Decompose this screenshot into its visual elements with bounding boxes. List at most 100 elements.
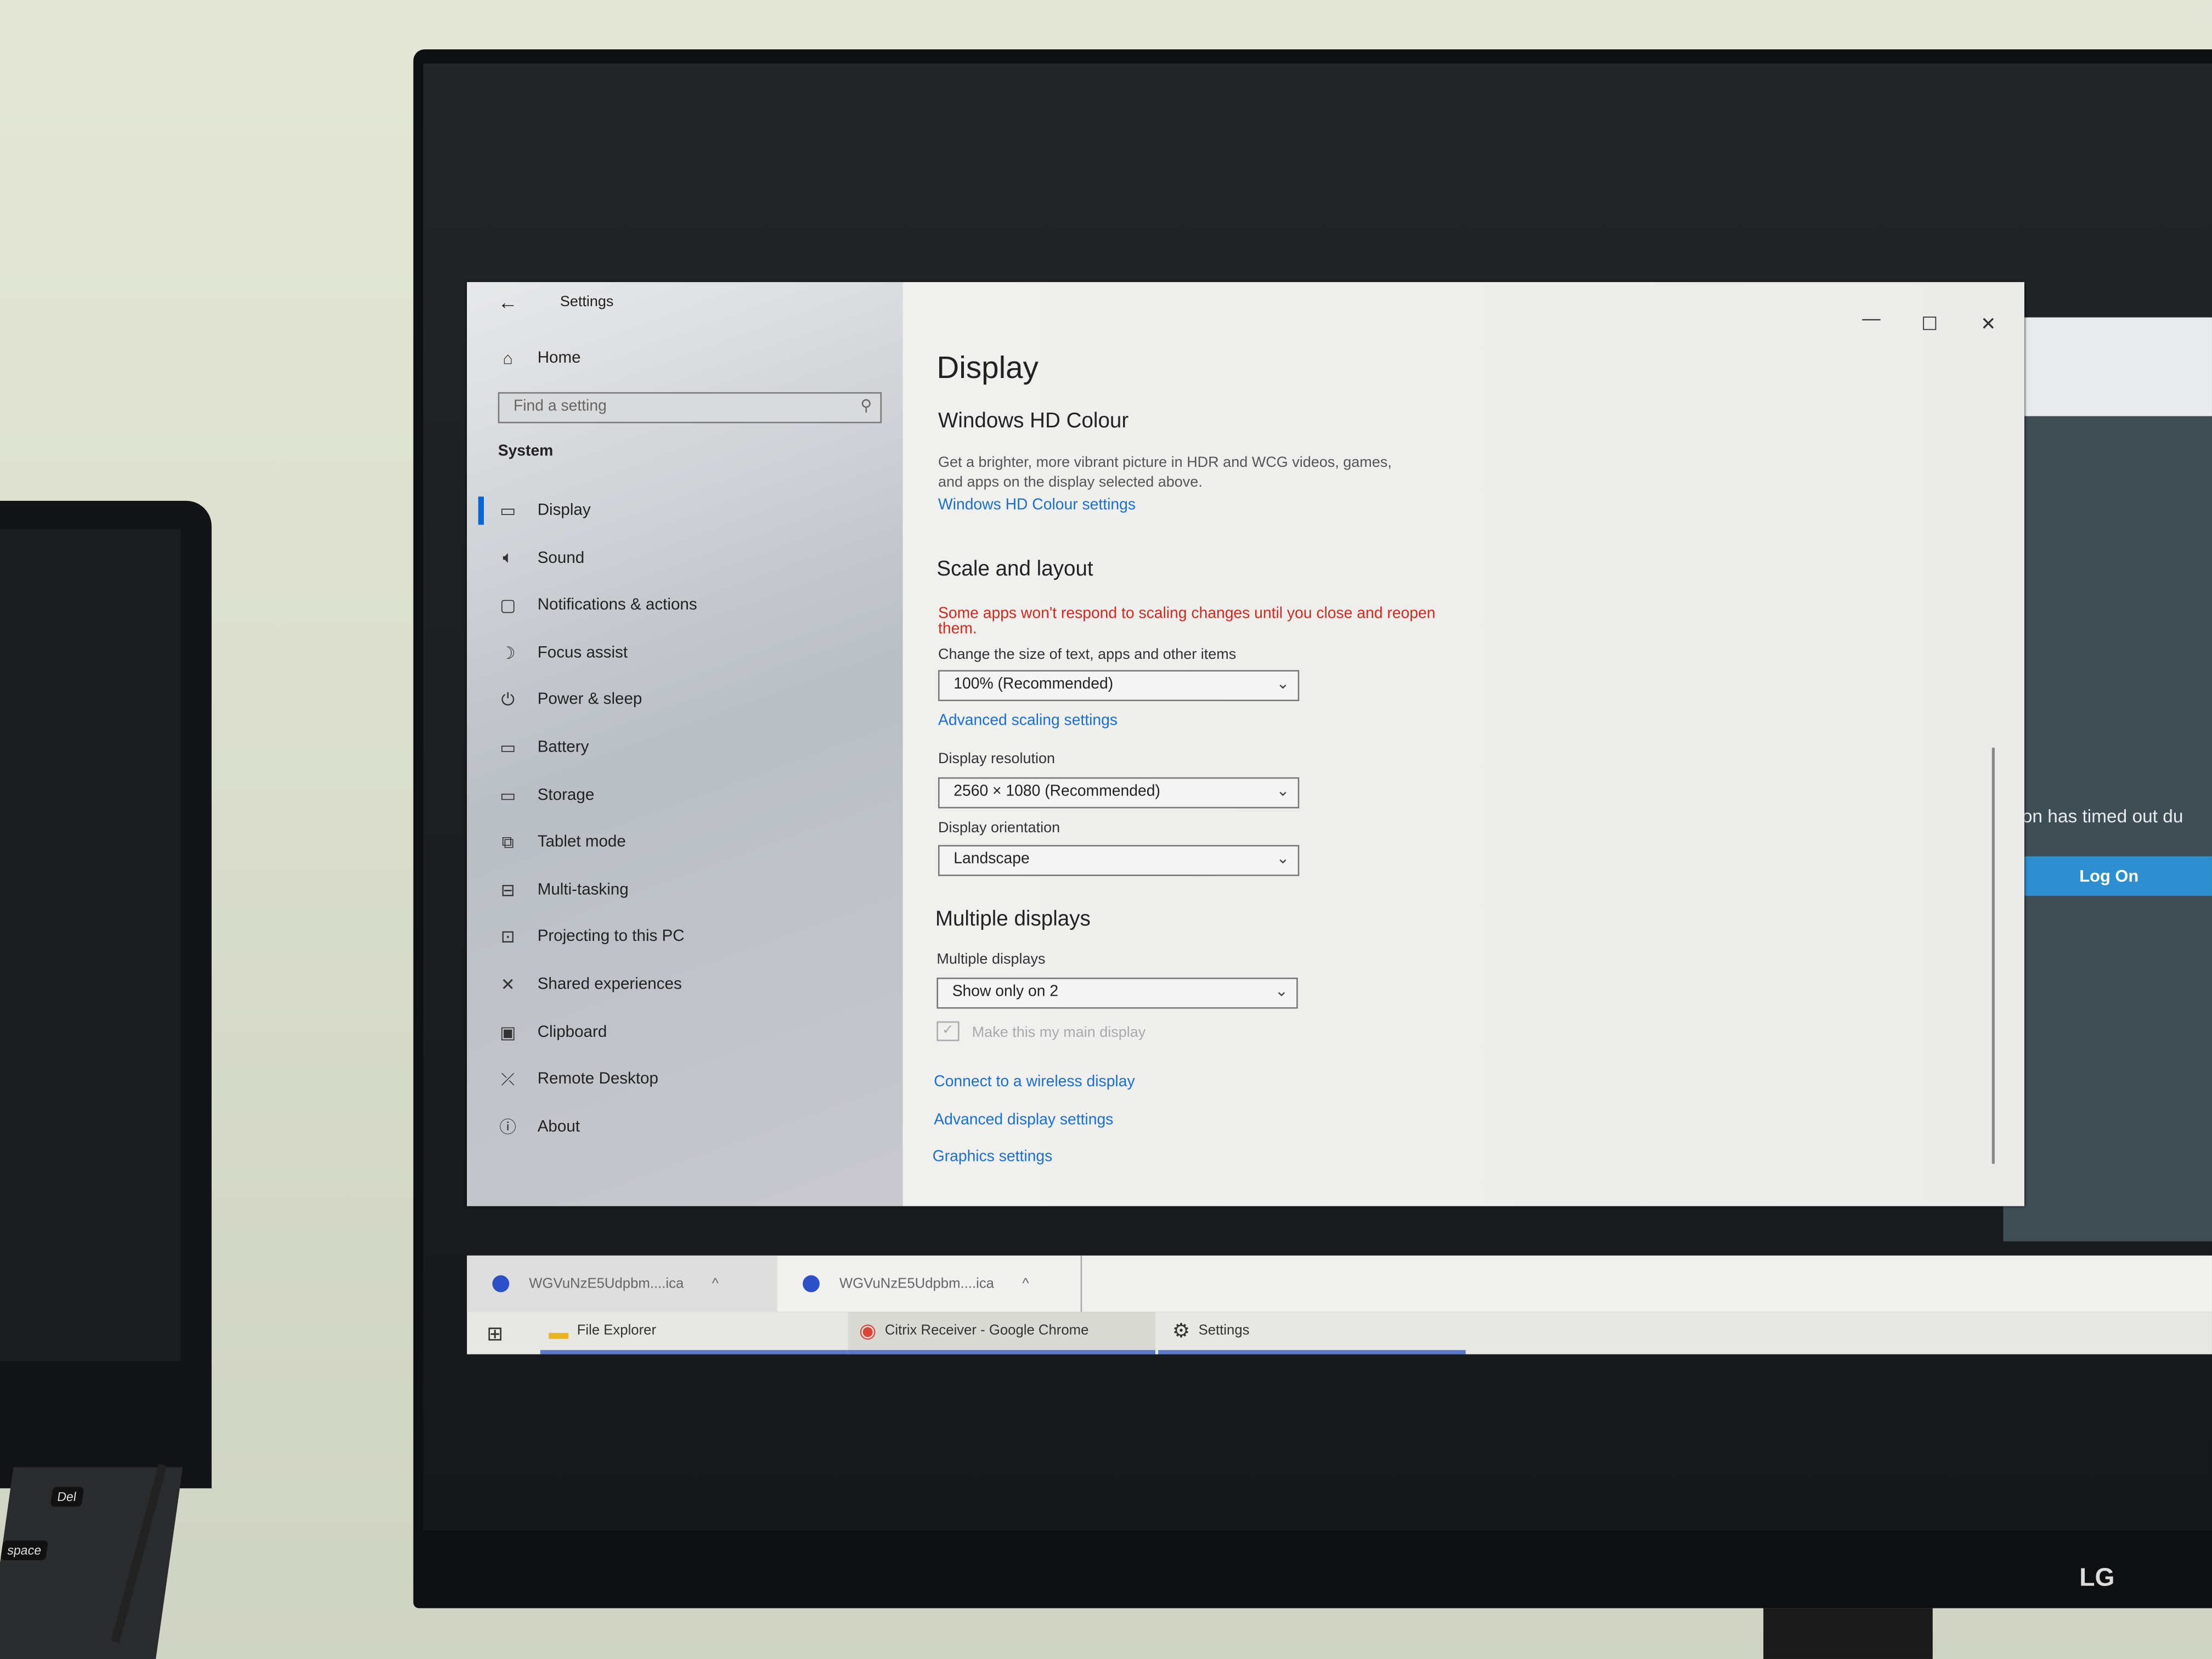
taskbar-label: Citrix Receiver - Google Chrome <box>884 1323 1089 1339</box>
sidebar-home[interactable]: ⌂ Home <box>495 341 580 375</box>
shared-icon: ✕ <box>500 974 515 995</box>
settings-window: ← Settings ⌂ Home Find a setting ⚲ Syste… <box>467 282 2024 1206</box>
scale-warning-1: Some apps won't respond to scaling chang… <box>938 605 1436 622</box>
resolution-dropdown[interactable]: 2560 × 1080 (Recommended) ⌄ <box>938 777 1300 809</box>
citrix-window <box>2003 317 2212 1242</box>
taskbar-label: File Explorer <box>577 1323 657 1339</box>
hd-desc-2: and apps on the display selected above. <box>938 473 1203 491</box>
sidebar-item-remote-desktop[interactable]: ⤫ Remote Desktop <box>495 1063 658 1097</box>
chevron-down-icon: ⌄ <box>1276 675 1290 693</box>
photo: Del space LG sion has timed out du Log O… <box>0 0 2212 1659</box>
sidebar-item-focus-assist[interactable]: ☽ Focus assist <box>495 636 628 670</box>
sidebar-item-label: Remote Desktop <box>537 1071 658 1088</box>
log-on-button[interactable]: Log On <box>2006 856 2212 896</box>
moon-icon: ☽ <box>500 643 516 663</box>
sidebar-item-sound[interactable]: 🔈︎ Sound <box>495 541 585 575</box>
main-display-label: Make this my main display <box>972 1024 1146 1041</box>
sidebar-item-battery[interactable]: ▭ Battery <box>495 731 589 765</box>
sidebar-item-power-sleep[interactable]: ⏻ Power & sleep <box>495 684 642 718</box>
resolution-label: Display resolution <box>938 750 1056 768</box>
taskbar-settings[interactable]: ⚙ Settings <box>1158 1312 1466 1355</box>
download-item[interactable]: WGVuNzE5Udpbm....ica ^ <box>467 1255 777 1312</box>
advanced-scaling-link[interactable]: Advanced scaling settings <box>938 713 1118 730</box>
graphics-settings-link[interactable]: Graphics settings <box>933 1148 1053 1165</box>
main-display-checkbox[interactable]: ✓ <box>936 1021 960 1041</box>
gear-icon: ⚙ <box>1172 1319 1190 1342</box>
monitor-stand <box>1763 1608 1933 1659</box>
sidebar-item-label: Sound <box>537 549 585 567</box>
wireless-display-link[interactable]: Connect to a wireless display <box>934 1074 1135 1091</box>
sidebar-item-label: Clipboard <box>537 1023 607 1041</box>
scale-dropdown[interactable]: 100% (Recommended) ⌄ <box>938 670 1300 701</box>
size-label: Change the size of text, apps and other … <box>938 646 1237 663</box>
sidebar: ← Settings ⌂ Home Find a setting ⚲ Syste… <box>467 282 903 1206</box>
minimize-button[interactable]: — <box>1862 308 1880 329</box>
sidebar-item-label: Power & sleep <box>537 691 642 709</box>
power-icon: ⏻ <box>501 690 515 710</box>
orientation-value: Landscape <box>953 850 1030 868</box>
resolution-value: 2560 × 1080 (Recommended) <box>953 783 1160 800</box>
downloads-bar: WGVuNzE5Udpbm....ica ^ WGVuNzE5Udpbm....… <box>467 1255 2212 1312</box>
chevron-down-icon: ⌄ <box>1276 850 1290 868</box>
maximize-button[interactable]: ☐ <box>1921 313 1938 336</box>
sidebar-item-label: Shared experiences <box>537 976 682 994</box>
sidebar-item-label: Battery <box>537 739 589 757</box>
taskbar-chrome[interactable]: ◉ Citrix Receiver - Google Chrome <box>848 1312 1155 1355</box>
advanced-display-link[interactable]: Advanced display settings <box>934 1111 1113 1128</box>
sidebar-item-shared-experiences[interactable]: ✕ Shared experiences <box>495 968 682 1002</box>
storage-icon: ▭ <box>500 785 516 805</box>
close-button[interactable]: ✕ <box>1980 313 1996 336</box>
sidebar-item-label: Display <box>537 502 591 520</box>
hd-heading: Windows HD Colour <box>938 409 1129 433</box>
search-input[interactable]: Find a setting ⚲ <box>498 392 882 424</box>
sidebar-item-clipboard[interactable]: ▣ Clipboard <box>495 1015 607 1049</box>
section-title: System <box>498 443 554 460</box>
citrix-file-icon <box>492 1275 510 1293</box>
search-icon: ⚲ <box>860 398 872 415</box>
download-item[interactable]: WGVuNzE5Udpbm....ica ^ <box>777 1255 1082 1312</box>
sidebar-item-label: Multi-tasking <box>537 881 629 899</box>
back-icon[interactable]: ← <box>498 291 518 313</box>
start-button[interactable]: ⊞ <box>487 1312 503 1354</box>
chevron-up-icon[interactable]: ^ <box>712 1276 719 1291</box>
taskbar-label: Settings <box>1198 1323 1250 1339</box>
citrix-header <box>2024 317 2212 416</box>
home-icon: ⌂ <box>503 348 514 369</box>
laptop-screen <box>0 529 181 1362</box>
monitor-icon: ▭ <box>500 500 516 521</box>
scale-heading: Scale and layout <box>936 557 1093 582</box>
taskbar-file-explorer[interactable]: ▬ File Explorer <box>540 1312 848 1355</box>
key-space: space <box>0 1540 49 1560</box>
chevron-down-icon: ⌄ <box>1276 783 1290 800</box>
key-del: Del <box>50 1487 83 1507</box>
remote-icon: ⤫ <box>501 1069 515 1089</box>
download-name: WGVuNzE5Udpbm....ica <box>529 1276 684 1292</box>
multiple-value: Show only on 2 <box>952 983 1059 1001</box>
download-name: WGVuNzE5Udpbm....ica <box>839 1276 994 1292</box>
battery-icon: ▭ <box>500 737 516 758</box>
sidebar-item-multi-tasking[interactable]: ⊟ Multi-tasking <box>495 873 629 907</box>
sidebar-item-label: About <box>537 1118 580 1136</box>
tablet-icon: ⧉ <box>501 832 514 852</box>
scrollbar[interactable] <box>1991 747 1995 1164</box>
sidebar-item-notifications-actions[interactable]: ▢ Notifications & actions <box>495 589 697 623</box>
page-title: Display <box>936 349 1039 385</box>
clipboard-icon: ▣ <box>500 1022 516 1042</box>
sidebar-item-tablet-mode[interactable]: ⧉ Tablet mode <box>495 826 626 860</box>
sidebar-item-label: Storage <box>537 786 595 804</box>
chevron-up-icon[interactable]: ^ <box>1022 1276 1029 1291</box>
multiple-displays-dropdown[interactable]: Show only on 2 ⌄ <box>936 977 1298 1009</box>
chrome-icon: ◉ <box>859 1319 877 1342</box>
orientation-dropdown[interactable]: Landscape ⌄ <box>938 845 1300 876</box>
sidebar-item-display[interactable]: ▭ Display <box>495 494 591 528</box>
sidebar-item-about[interactable]: ⓘ About <box>495 1110 580 1144</box>
windows-icon: ⊞ <box>487 1321 504 1344</box>
message-icon: ▢ <box>500 595 516 616</box>
sidebar-item-projecting-to-this-pc[interactable]: ⊡ Projecting to this PC <box>495 921 685 955</box>
multiple-label: Multiple displays <box>936 951 1046 968</box>
sidebar-item-storage[interactable]: ▭ Storage <box>495 778 595 812</box>
hd-settings-link[interactable]: Windows HD Colour settings <box>938 496 1136 514</box>
orientation-label: Display orientation <box>938 819 1060 837</box>
taskbar: ⊞ ▬ File Explorer ◉ Citrix Receiver - Go… <box>467 1312 2212 1355</box>
sidebar-item-label: Focus assist <box>537 644 628 662</box>
